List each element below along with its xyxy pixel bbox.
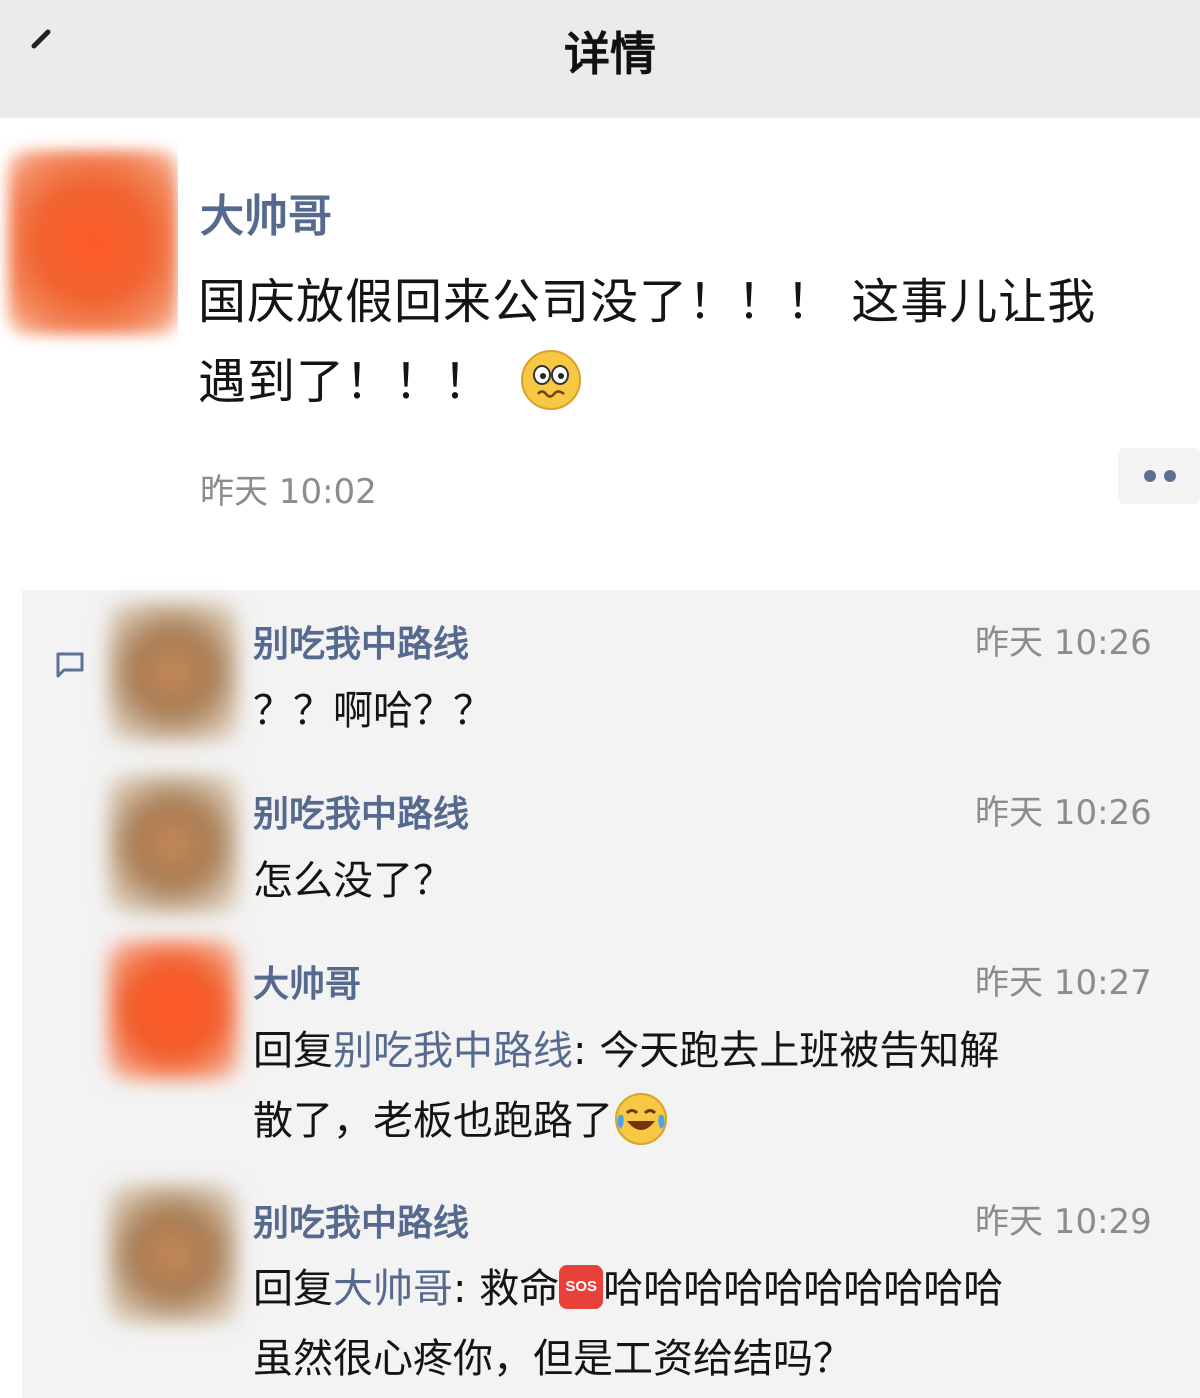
comment-author[interactable]: 别吃我中路线 bbox=[253, 1194, 469, 1246]
comment-author[interactable]: 别吃我中路线 bbox=[253, 785, 469, 837]
more-dots-icon[interactable] bbox=[1118, 448, 1200, 504]
reply-prefix: 回复 bbox=[253, 1266, 333, 1312]
comment-text: 回复别吃我中路线: 今天跑去上班被告知解 散了，老板也跑路了 bbox=[253, 1016, 1173, 1156]
post-text-line2-wrap: 遇到了！！！ bbox=[198, 342, 1188, 422]
comment-avatar[interactable] bbox=[108, 940, 238, 1080]
comment-line-text: 散了，老板也跑路了 bbox=[253, 1098, 613, 1144]
moments-detail-page: 详情 大帅哥 国庆放假回来公司没了！！！ 这事儿让我 遇到了！！！ 昨天 10:… bbox=[0, 0, 1200, 1398]
comment-line: 散了，老板也跑路了 bbox=[253, 1086, 1173, 1156]
comment-line-text: : 今天跑去上班被告知解 bbox=[573, 1028, 1000, 1074]
header-bar: 详情 bbox=[0, 0, 1200, 118]
comment-avatar[interactable] bbox=[108, 774, 238, 914]
page-title: 详情 bbox=[564, 27, 656, 81]
post-text: 国庆放假回来公司没了！！！ 这事儿让我 遇到了！！！ bbox=[198, 262, 1188, 422]
laughing-crying-emoji-icon bbox=[613, 1091, 669, 1147]
comment-text: 怎么没了？ bbox=[253, 858, 453, 904]
reply-to-link[interactable]: 大帅哥 bbox=[333, 1266, 453, 1312]
dot bbox=[1144, 470, 1156, 482]
post-time: 昨天 10:02 bbox=[200, 472, 377, 512]
post-author-name[interactable]: 大帅哥 bbox=[200, 180, 332, 244]
comment-time: 昨天 10:29 bbox=[975, 1202, 1152, 1242]
avatar-edge bbox=[178, 120, 200, 380]
comment-author[interactable]: 大帅哥 bbox=[253, 955, 361, 1007]
comment-line: 虽然很心疼你，但是工资给结吗？ bbox=[253, 1324, 1173, 1394]
post-text-line2: 遇到了！！！ bbox=[198, 354, 493, 410]
sos-emoji-icon: SOS bbox=[559, 1265, 604, 1309]
comment-line-text: 虽然很心疼你，但是工资给结吗？ bbox=[253, 1336, 853, 1382]
post-author-avatar[interactable] bbox=[8, 150, 178, 335]
worried-face-emoji-icon bbox=[520, 349, 582, 411]
comment-avatar[interactable] bbox=[108, 602, 238, 742]
post-text-line1: 国庆放假回来公司没了！！！ 这事儿让我 bbox=[198, 274, 1097, 330]
comment-line: 回复大帅哥: 救命 SOS 哈哈哈哈哈哈哈哈哈哈 bbox=[253, 1254, 1173, 1324]
reply-prefix: 回复 bbox=[253, 1028, 333, 1074]
comment-avatar[interactable] bbox=[108, 1184, 238, 1324]
comment-author[interactable]: 别吃我中路线 bbox=[253, 615, 469, 667]
comment-line-text: : 救命 bbox=[453, 1266, 560, 1312]
comment-icon bbox=[52, 644, 92, 684]
reply-to-link[interactable]: 别吃我中路线 bbox=[333, 1028, 573, 1074]
comment-text: ？？啊哈？？ bbox=[253, 688, 493, 734]
comment-line: 回复别吃我中路线: 今天跑去上班被告知解 bbox=[253, 1016, 1173, 1086]
comment-time: 昨天 10:27 bbox=[975, 963, 1152, 1003]
comment-line-text: 哈哈哈哈哈哈哈哈哈哈 bbox=[603, 1266, 1004, 1312]
comment-time: 昨天 10:26 bbox=[975, 793, 1152, 833]
dot bbox=[1164, 470, 1176, 482]
comment-time: 昨天 10:26 bbox=[975, 623, 1152, 663]
comment-text: 回复大帅哥: 救命 SOS 哈哈哈哈哈哈哈哈哈哈 虽然很心疼你，但是工资给结吗？ bbox=[253, 1254, 1173, 1394]
